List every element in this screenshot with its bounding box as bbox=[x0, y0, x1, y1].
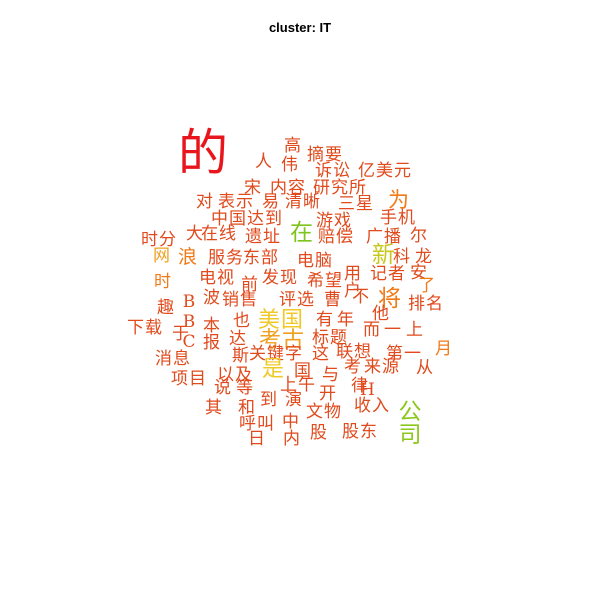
cloud-word: 了 bbox=[418, 276, 436, 296]
cloud-word: 这 bbox=[312, 344, 330, 364]
cloud-word: 波 bbox=[199, 288, 219, 305]
word-cloud: 的高摘要人伟诉讼 亿美元宋内容 研究所为对表示易清晰 三星 中国 达到 游戏 手机大在线 遗址在… bbox=[0, 0, 600, 600]
cloud-word: 销售 bbox=[222, 290, 258, 310]
cloud-word: 曹 bbox=[320, 290, 340, 307]
cloud-word: 月 bbox=[431, 339, 451, 356]
cloud-word: 与 bbox=[322, 365, 340, 385]
cloud-word: 于 bbox=[172, 324, 190, 344]
cloud-word: 收入 bbox=[354, 396, 390, 416]
cloud-word: 在线 bbox=[201, 224, 237, 244]
cloud-word: 清晰 bbox=[285, 192, 321, 212]
cloud-word: 不 bbox=[352, 287, 370, 307]
cloud-word: 其 bbox=[205, 398, 223, 418]
cloud-word: 赔偿 bbox=[318, 227, 354, 247]
cloud-word: 项目 bbox=[171, 369, 207, 389]
cloud-word: 高 bbox=[284, 136, 302, 156]
cloud-word: 下载 bbox=[127, 318, 163, 338]
cloud-word: 手机 bbox=[380, 208, 416, 228]
cloud-word: 东部 bbox=[243, 248, 279, 268]
cloud-word: 内 bbox=[283, 429, 301, 449]
cloud-word: 文物 bbox=[306, 402, 342, 422]
cloud-word: 日 bbox=[248, 429, 266, 449]
cloud-word: 年 bbox=[337, 310, 355, 330]
cloud-word: 记者 bbox=[370, 264, 406, 284]
cloud-word: 网 bbox=[153, 246, 171, 266]
cloud-word: 在 bbox=[290, 220, 314, 246]
cloud-word: 来源 bbox=[364, 357, 400, 377]
cloud-word: 希望 bbox=[307, 271, 343, 291]
cloud-word: 也 bbox=[233, 311, 251, 331]
cloud-word: 发现 bbox=[262, 268, 298, 288]
cloud-word: 从 bbox=[416, 358, 434, 378]
cloud-word: 上 bbox=[406, 320, 424, 340]
cloud-word: 而 bbox=[363, 320, 381, 340]
cloud-word: 人 bbox=[255, 152, 273, 172]
cloud-word: 说 bbox=[214, 378, 232, 398]
cloud-word: 遗址 bbox=[245, 227, 281, 247]
cloud-word: 一 bbox=[384, 320, 402, 340]
cloud-word: 的 bbox=[178, 124, 229, 182]
cloud-word: 公司 bbox=[394, 399, 420, 445]
cloud-word: 演 bbox=[281, 390, 301, 407]
cloud-word: 开 bbox=[319, 384, 337, 404]
cloud-word: 排名 bbox=[408, 294, 444, 314]
cloud-word: 股 bbox=[310, 423, 328, 443]
cloud-word: 时 bbox=[154, 272, 172, 292]
cloud-word: 服务 bbox=[208, 248, 244, 268]
cloud-word: 伟 bbox=[281, 155, 299, 175]
cloud-word: 到 bbox=[256, 390, 276, 407]
cloud-word: 达到 bbox=[247, 209, 283, 229]
cloud-word: 消息 bbox=[155, 349, 191, 369]
cloud-word: 趣 bbox=[157, 298, 175, 318]
cloud-word: 斯 bbox=[232, 346, 250, 366]
cloud-word: 等 bbox=[236, 378, 254, 398]
cloud-word: 尔 bbox=[410, 226, 428, 246]
cloud-word: 浪 bbox=[178, 246, 199, 268]
cloud-word: 本报 bbox=[199, 316, 219, 350]
cloud-word: 考 bbox=[340, 357, 360, 374]
cloud-word: 有 bbox=[316, 310, 334, 330]
cloud-word: 电脑 bbox=[297, 251, 333, 271]
cloud-word: 电视 bbox=[199, 268, 235, 288]
cloud-word: 评选 bbox=[279, 290, 315, 310]
cloud-word: 股东 bbox=[342, 422, 378, 442]
